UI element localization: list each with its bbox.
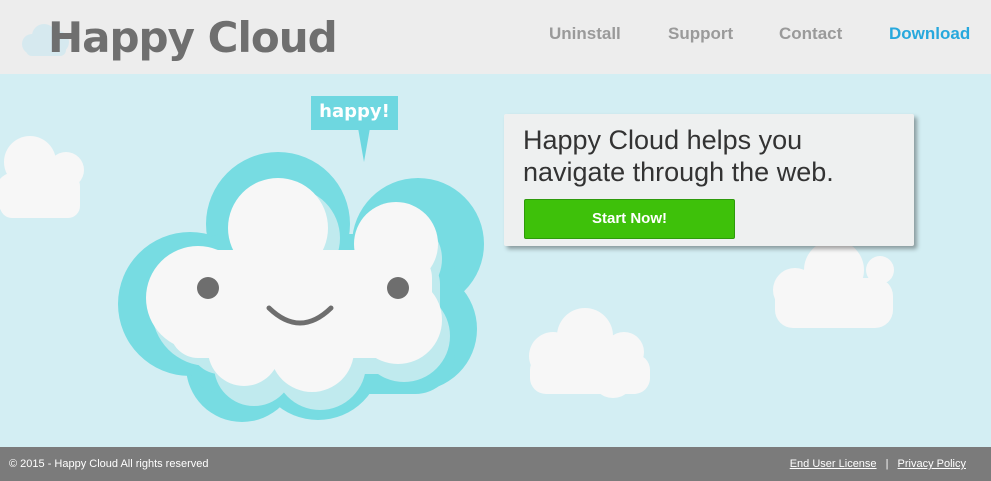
hero-section: happy! Happy Cloud helps you navigate th… xyxy=(0,74,991,447)
decorative-cloud-middle xyxy=(529,308,650,398)
logo[interactable]: Happy Cloud xyxy=(18,8,348,68)
speech-bubble: happy! xyxy=(311,96,398,130)
site-header: Happy Cloud Uninstall Support Contact Do… xyxy=(0,0,991,74)
end-user-license-link[interactable]: End User License xyxy=(790,458,877,470)
decorative-cloud-right xyxy=(773,240,894,328)
nav-contact[interactable]: Contact xyxy=(779,24,842,44)
nav-support[interactable]: Support xyxy=(668,24,733,44)
logo-text: Happy Cloud xyxy=(48,13,338,62)
copyright-text: © 2015 - Happy Cloud All rights reserved xyxy=(9,458,209,470)
footer-links: End User License | Privacy Policy xyxy=(790,458,966,470)
happy-cloud-mascot xyxy=(118,152,484,422)
start-now-button[interactable]: Start Now! xyxy=(524,199,735,239)
nav-uninstall[interactable]: Uninstall xyxy=(549,24,621,44)
footer-separator: | xyxy=(885,458,889,470)
site-footer: © 2015 - Happy Cloud All rights reserved… xyxy=(0,447,991,481)
nav-download[interactable]: Download xyxy=(889,24,970,44)
promo-box: Happy Cloud helps you navigate through t… xyxy=(504,114,914,246)
promo-headline: Happy Cloud helps you navigate through t… xyxy=(523,125,834,187)
privacy-policy-link[interactable]: Privacy Policy xyxy=(898,458,966,470)
speech-tail xyxy=(358,128,370,162)
left-eye-icon xyxy=(197,277,219,299)
right-eye-icon xyxy=(387,277,409,299)
decorative-cloud-left xyxy=(0,136,84,218)
